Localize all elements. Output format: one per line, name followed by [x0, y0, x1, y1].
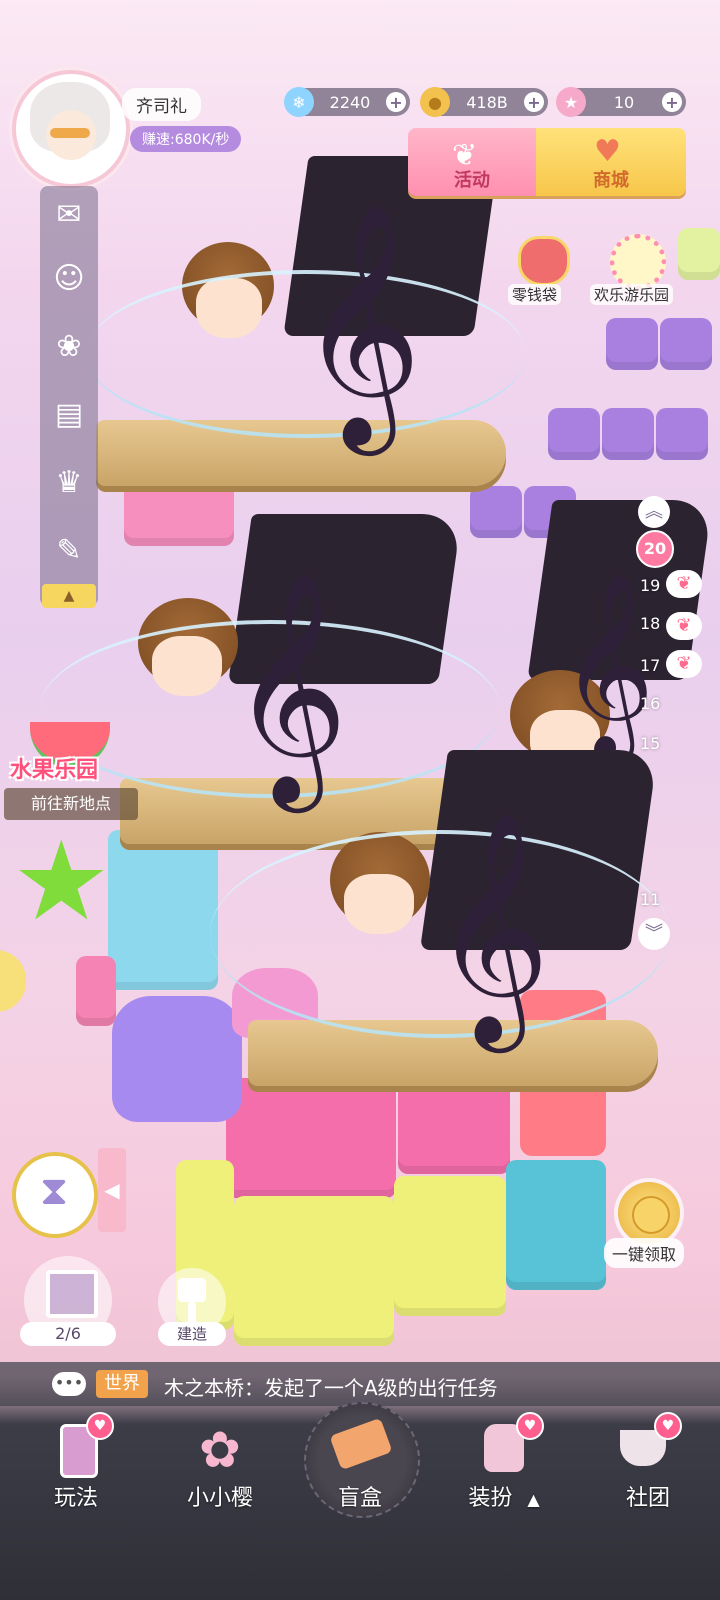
wallet-button[interactable] [510, 236, 572, 286]
add-coin-button[interactable]: + [524, 92, 544, 112]
nav-dress-up-label: 装扮 ▲ [444, 1480, 564, 1512]
pink-block [76, 956, 116, 1026]
build-label[interactable]: 建造 [158, 1322, 226, 1346]
friends-icon[interactable]: ☺ [48, 258, 90, 300]
trophy-icon[interactable]: ♛ [48, 462, 90, 504]
avatar[interactable] [12, 70, 130, 188]
floor-label: 19 [640, 576, 661, 595]
floor-label: 15 [640, 734, 661, 753]
floor-label: 16 [640, 694, 661, 713]
floor-down-button[interactable]: ︾ [638, 918, 670, 950]
diamond-value: 2240 [329, 92, 371, 112]
purple-block [660, 318, 712, 370]
fruit-park-title[interactable]: 水果乐园 [10, 752, 98, 784]
nav-play-label: 玩法 [53, 1486, 98, 1511]
notice-icon[interactable]: ▤ [48, 394, 90, 436]
nav-blind-box[interactable]: 盲盒 [300, 1402, 420, 1520]
currency-coin[interactable]: ● 418B + [420, 87, 548, 117]
go-new-location-button[interactable]: 前往新地点 [4, 788, 138, 820]
earning-speed: 赚速:680K/秒 [130, 126, 242, 152]
purple-block [656, 408, 708, 460]
side-menu-toggle[interactable]: ▲ [42, 584, 96, 608]
nav-play[interactable]: ♥ 玩法 [16, 1410, 136, 1520]
piano-floor: 𝄞 [210, 750, 680, 1110]
side-menu: ✉ ☺ ❀ ▤ ♛ ✎ ▲ [40, 186, 98, 608]
nav-blind-box-label: 盲盒 [337, 1486, 382, 1511]
activity-button[interactable]: ❦ 活动 [408, 128, 536, 196]
notification-heart-icon: ♥ [516, 1412, 544, 1440]
add-star-button[interactable]: + [662, 92, 682, 112]
player-name: 齐司礼 [122, 88, 201, 121]
sakura-icon: ✿ [199, 1421, 241, 1479]
floor-friend-marker[interactable]: ❦ [666, 650, 702, 678]
nav-club-label: 社团 [625, 1486, 670, 1511]
floor-up-button[interactable]: ︽ [638, 496, 670, 528]
coin-icon [632, 1196, 670, 1234]
yellow-cube [234, 1196, 394, 1346]
purple-ghost [112, 996, 242, 1122]
amusement-park-button[interactable] [602, 234, 666, 290]
floor-label: 18 [640, 614, 661, 633]
collapse-arrow-button[interactable]: ◀ [98, 1148, 126, 1232]
current-floor: 20 [636, 530, 674, 568]
nav-sakura-label: 小小樱 [186, 1486, 253, 1511]
nav-club[interactable]: ♥ 社团 [588, 1410, 708, 1520]
currency-diamond[interactable]: ❄ 2240 + [284, 87, 410, 117]
floor-friend-marker[interactable]: ❦ [666, 612, 702, 640]
yellow-cube [394, 1176, 506, 1316]
ferris-wheel-icon [610, 234, 666, 290]
mail-icon[interactable]: ✉ [48, 194, 90, 236]
piano-floor: 𝄞 [86, 150, 526, 530]
pet-icon[interactable]: ❀ [48, 326, 90, 368]
nav-sakura[interactable]: ✿ 小小樱 [160, 1410, 280, 1520]
purple-block [548, 408, 600, 460]
claim-all-button[interactable] [618, 1182, 680, 1244]
floor-friend-marker[interactable]: ❦ [666, 570, 702, 598]
claim-all-label[interactable]: 一键领取 [604, 1238, 685, 1268]
hourglass-icon: ⧗ [40, 1168, 69, 1214]
add-diamond-button[interactable]: + [386, 92, 406, 112]
gift-icon [46, 1270, 98, 1318]
gift-progress: 2/6 [20, 1322, 116, 1346]
amusement-park-label: 欢乐游乐园 [590, 284, 674, 305]
paint-roller-handle [188, 1302, 196, 1324]
chat-channel-tag: 世界 [96, 1370, 148, 1398]
hourglass-timer[interactable]: ⧗ [12, 1152, 98, 1238]
activity-label: 活动 [454, 170, 490, 191]
event-shop-banner: ❦ 活动 ♥ 商城 [408, 128, 686, 196]
avatar-glasses [50, 128, 90, 138]
coin-value: 418B [466, 92, 508, 112]
floor-label: 17 [640, 656, 661, 675]
paint-roller-icon [178, 1278, 206, 1302]
wallet-label: 零钱袋 [508, 284, 562, 305]
purple-block [602, 408, 654, 460]
green-block [678, 228, 720, 280]
nav-dress-up-text: 装扮 [468, 1486, 513, 1511]
floor-label: 11 [640, 890, 661, 909]
notification-heart-icon: ♥ [654, 1412, 682, 1440]
notification-heart-icon: ♥ [86, 1412, 114, 1440]
chat-bubble-icon[interactable]: ••• [52, 1372, 86, 1396]
purple-block [606, 318, 658, 370]
currency-star[interactable]: ★ 10 + [556, 87, 686, 117]
star-icon: ★ [556, 87, 586, 117]
shop-label: 商城 [593, 170, 629, 191]
cart-icon: ♥ [594, 134, 621, 169]
coin-icon: ● [420, 87, 450, 117]
nav-dress-up[interactable]: ♥ 装扮 ▲ [444, 1410, 564, 1520]
shop-button[interactable]: ♥ 商城 [536, 128, 686, 196]
snowflake-icon: ❄ [284, 87, 314, 117]
wallet-icon [518, 236, 570, 286]
chat-icon[interactable]: ✎ [48, 530, 90, 572]
blue-cube [506, 1160, 606, 1290]
star-value: 10 [613, 92, 635, 112]
chat-message: 木之本桥：发起了一个A级的出行任务 [164, 1376, 498, 1400]
expand-arrow-icon: ▲ [527, 1490, 540, 1509]
